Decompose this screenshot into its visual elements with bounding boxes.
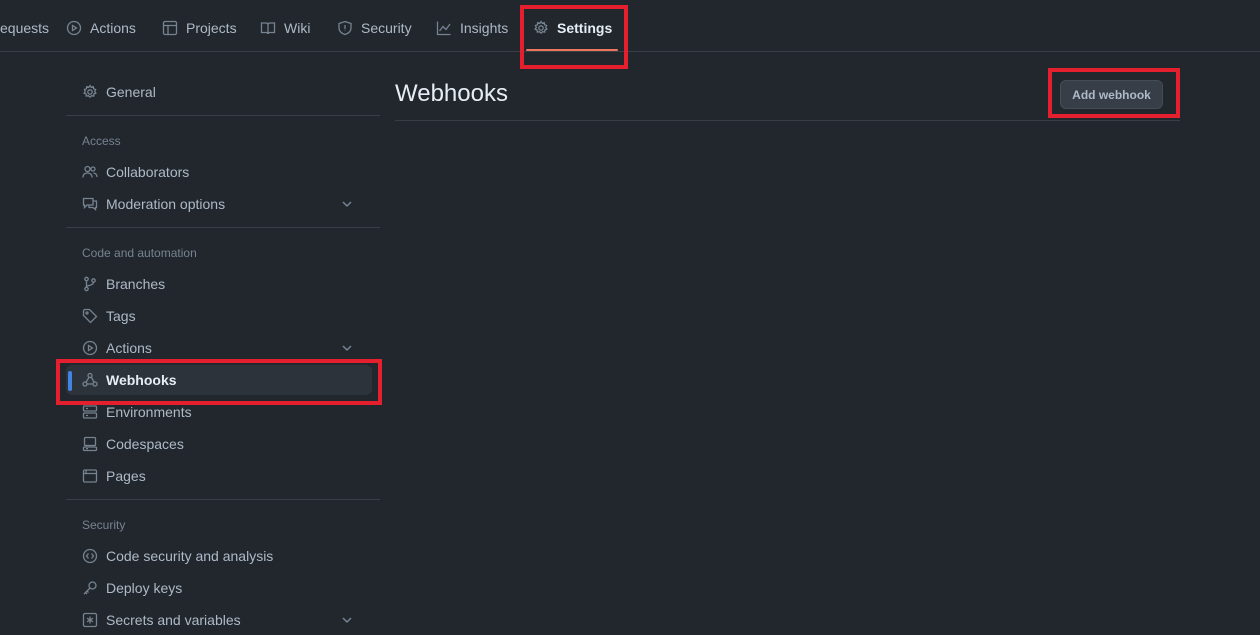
- tab-settings[interactable]: Settings: [533, 8, 612, 48]
- shield-icon: [338, 20, 352, 36]
- people-icon: [82, 165, 98, 178]
- codespaces-icon: [82, 436, 98, 452]
- webhook-icon: [82, 372, 98, 387]
- sidebar-item-label: Pages: [106, 468, 146, 484]
- tab-security[interactable]: Security: [337, 8, 412, 48]
- sidebar-item-label: Environments: [106, 404, 192, 420]
- page-title: Webhooks: [395, 80, 508, 107]
- sidebar-item-label: Collaborators: [106, 164, 190, 180]
- sidebar-item-label: Codespaces: [106, 436, 184, 452]
- tab-wiki[interactable]: Wiki: [260, 8, 310, 48]
- sidebar-item-label: Webhooks: [106, 372, 177, 388]
- sidebar-heading-security: Security: [82, 518, 126, 532]
- tab-insights[interactable]: Insights: [436, 8, 508, 48]
- repo-nav: equests Actions Projects Wiki Security I…: [0, 0, 1260, 52]
- tab-label: Security: [361, 20, 412, 36]
- selected-tab-underline: [526, 49, 618, 51]
- graph-icon: [436, 21, 451, 36]
- sidebar-item-environments[interactable]: Environments: [66, 397, 372, 427]
- play-icon: [82, 340, 98, 356]
- tab-label: Insights: [460, 20, 509, 36]
- sidebar-item-webhooks[interactable]: Webhooks: [66, 365, 372, 395]
- browser-icon: [82, 469, 98, 483]
- sidebar-item-code-security[interactable]: Code security and analysis: [66, 541, 372, 571]
- chevron-down-icon[interactable]: [340, 341, 354, 355]
- table-icon: [162, 20, 178, 36]
- sidebar-heading-code-and-automation: Code and automation: [82, 246, 197, 260]
- server-icon: [82, 405, 98, 419]
- add-webhook-button[interactable]: Add webhook: [1060, 80, 1163, 109]
- play-icon: [66, 20, 82, 36]
- sidebar-divider: [66, 499, 380, 500]
- chevron-down-icon[interactable]: [340, 613, 354, 627]
- chevron-down-icon[interactable]: [340, 197, 354, 211]
- title-divider: [395, 120, 1180, 121]
- sidebar-item-branches[interactable]: Branches: [66, 269, 372, 299]
- sidebar-item-label: Tags: [106, 308, 136, 324]
- sidebar-item-moderation-options[interactable]: Moderation options: [66, 189, 372, 219]
- gear-icon: [534, 20, 548, 34]
- sidebar-item-label: Code security and analysis: [106, 548, 274, 564]
- sidebar-item-label: Actions: [106, 340, 152, 356]
- branch-icon: [84, 276, 96, 292]
- tab-actions[interactable]: Actions: [66, 8, 136, 48]
- sidebar-divider: [66, 227, 380, 228]
- tab-label: Wiki: [284, 20, 311, 36]
- tab-pull-requests[interactable]: equests: [0, 8, 49, 48]
- tab-projects[interactable]: Projects: [162, 8, 237, 48]
- tab-label: Settings: [557, 20, 613, 36]
- sidebar-divider: [66, 115, 380, 116]
- tag-icon: [82, 308, 98, 324]
- sidebar-item-label: General: [106, 84, 156, 100]
- sidebar-item-deploy-keys[interactable]: Deploy keys: [66, 573, 372, 603]
- active-indicator: [68, 371, 72, 391]
- sidebar-item-general[interactable]: General: [66, 77, 372, 107]
- sidebar-item-secrets-and-variables[interactable]: Secrets and variables: [66, 605, 372, 635]
- sidebar-item-label: Secrets and variables: [106, 612, 241, 628]
- sidebar-item-label: Moderation options: [106, 196, 226, 212]
- sidebar-item-label: Deploy keys: [106, 580, 183, 596]
- gear-icon: [83, 84, 97, 98]
- tab-label: equests: [0, 20, 50, 36]
- sidebar-item-codespaces[interactable]: Codespaces: [66, 429, 372, 459]
- sidebar-item-tags[interactable]: Tags: [66, 301, 372, 331]
- sidebar-item-actions[interactable]: Actions: [66, 333, 372, 363]
- comment-icon: [82, 197, 98, 211]
- book-icon: [260, 22, 276, 35]
- sidebar-heading-access: Access: [82, 134, 121, 148]
- asterisk-icon: [82, 612, 98, 628]
- codescan-icon: [82, 548, 98, 564]
- sidebar-item-label: Branches: [106, 276, 166, 292]
- sidebar-item-pages[interactable]: Pages: [66, 461, 372, 491]
- key-icon: [83, 581, 97, 595]
- sidebar-item-collaborators[interactable]: Collaborators: [66, 157, 372, 187]
- tab-label: Actions: [90, 20, 136, 36]
- tab-label: Projects: [186, 20, 237, 36]
